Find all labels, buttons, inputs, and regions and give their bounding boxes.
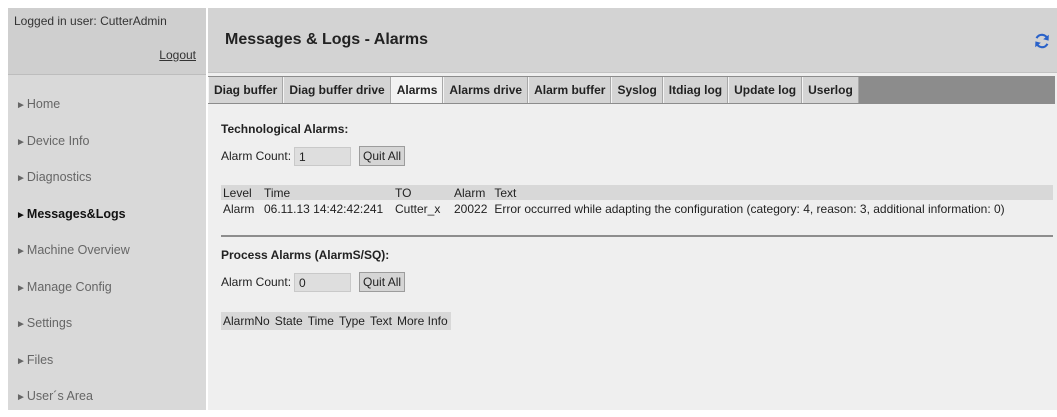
- column-header-type: Type: [338, 314, 365, 328]
- sidebar-item-label: Manage Config: [26, 279, 112, 294]
- sidebar-item-messages-logs[interactable]: ►Messages&Logs: [8, 196, 206, 233]
- tab-diag-buffer-drive[interactable]: Diag buffer drive: [283, 77, 391, 103]
- table-row[interactable]: Alarm 06.11.13 14:42:42:241 Cutter_x 200…: [221, 200, 1053, 217]
- technological-alarms-table: Level Time TO Alarm Text Alarm 06.11.13 …: [221, 185, 1053, 217]
- sidebar: Logged in user: CutterAdmin Logout ►Home…: [8, 8, 206, 410]
- sidebar-nav: ►Home ►Device Info ►Diagnostics ►Message…: [8, 86, 206, 415]
- alarm-time-cell: 06.11.13 14:42:42:241: [264, 201, 384, 216]
- tab-itdiag-log[interactable]: Itdiag log: [662, 77, 729, 103]
- triangle-right-icon: ►: [16, 136, 26, 148]
- sidebar-item-label: Settings: [26, 316, 73, 330]
- alarm-to-cell: Cutter_x: [395, 201, 441, 216]
- column-header-level: Level: [223, 185, 252, 200]
- triangle-right-icon: ►: [16, 319, 26, 330]
- tab-userlog[interactable]: Userlog: [802, 77, 859, 103]
- process-alarms-title: Process Alarms (AlarmS/SQ):: [221, 248, 390, 262]
- sidebar-item-machine-overview[interactable]: ►Machine Overview: [8, 232, 206, 269]
- sidebar-item-label: Messages&Logs: [26, 206, 126, 221]
- page-title: Messages & Logs - Alarms: [225, 31, 429, 48]
- login-panel: Logged in user: CutterAdmin Logout: [8, 8, 206, 75]
- tab-syslog[interactable]: Syslog: [611, 77, 663, 103]
- tab-alarm-buffer[interactable]: Alarm buffer: [528, 77, 612, 103]
- sidebar-item-users-area[interactable]: ►User´s Area: [8, 378, 206, 415]
- sidebar-item-device-info[interactable]: ►Device Info: [8, 123, 206, 160]
- column-header-to: TO: [395, 185, 412, 200]
- page-header: Messages & Logs - Alarms: [208, 8, 1057, 73]
- alarm-text-cell: Error occurred while adapting the config…: [494, 201, 1005, 216]
- alarm-level-cell: Alarm: [223, 201, 255, 216]
- sidebar-item-home[interactable]: ►Home: [8, 86, 206, 123]
- process-alarms-table: AlarmNo State Time Type Text More Info: [221, 312, 451, 330]
- triangle-right-icon: ►: [16, 100, 26, 111]
- column-header-time: Time: [264, 185, 291, 200]
- technological-alarm-count-row: Alarm Count: 1 Quit All: [221, 146, 406, 166]
- column-header-alarm: Alarm: [454, 185, 486, 200]
- table-header-row: Level Time TO Alarm Text: [221, 185, 1053, 200]
- alarm-count-label: Alarm Count:: [221, 149, 292, 163]
- alarm-number-cell: 20022: [454, 201, 488, 216]
- triangle-right-icon: ►: [16, 355, 26, 367]
- refresh-icon[interactable]: [1033, 32, 1051, 50]
- alarm-count-field: 0: [294, 272, 352, 292]
- quit-all-button[interactable]: Quit All: [359, 146, 406, 166]
- sidebar-item-label: Machine Overview: [26, 243, 130, 257]
- sidebar-item-label: Files: [26, 352, 54, 367]
- sidebar-item-label: Diagnostics: [26, 170, 92, 184]
- column-header-time: Time: [307, 314, 334, 328]
- column-header-more-info: More Info: [396, 314, 448, 328]
- process-alarm-count-row: Alarm Count: 0 Quit All: [221, 272, 406, 292]
- triangle-right-icon: ►: [16, 246, 26, 257]
- main-content: Diag buffer Diag buffer drive Alarms Ala…: [208, 73, 1057, 410]
- table-header-row: AlarmNo State Time Type Text More Info: [221, 312, 451, 330]
- technological-alarms-title: Technological Alarms:: [221, 122, 349, 136]
- tab-bar: Diag buffer Diag buffer drive Alarms Ala…: [208, 76, 1055, 104]
- triangle-right-icon: ►: [16, 173, 26, 184]
- triangle-right-icon: ►: [16, 392, 26, 403]
- sidebar-item-files[interactable]: ►Files: [8, 342, 206, 379]
- tab-diag-buffer[interactable]: Diag buffer: [208, 77, 284, 103]
- logout-link[interactable]: Logout: [159, 48, 196, 62]
- tab-alarms[interactable]: Alarms: [390, 77, 444, 103]
- sidebar-item-settings[interactable]: ►Settings: [8, 305, 206, 342]
- sidebar-item-diagnostics[interactable]: ►Diagnostics: [8, 159, 206, 196]
- sidebar-item-manage-config[interactable]: ►Manage Config: [8, 269, 206, 306]
- sidebar-item-label: Home: [26, 97, 61, 111]
- triangle-right-icon: ►: [16, 282, 26, 294]
- column-header-text: Text: [494, 185, 517, 200]
- column-header-state: State: [274, 314, 303, 328]
- alarm-count-field: 1: [294, 146, 352, 166]
- tab-alarms-drive[interactable]: Alarms drive: [443, 77, 529, 103]
- column-header-alarm-no: AlarmNo: [223, 314, 270, 328]
- column-header-text: Text: [369, 314, 392, 328]
- section-divider: [221, 235, 1053, 237]
- logged-in-user-text: Logged in user: CutterAdmin: [14, 14, 167, 28]
- sidebar-item-label: Device Info: [26, 133, 90, 148]
- triangle-right-icon: ►: [16, 209, 26, 221]
- alarm-count-label: Alarm Count:: [221, 275, 292, 289]
- tab-update-log[interactable]: Update log: [728, 77, 803, 103]
- quit-all-button[interactable]: Quit All: [359, 272, 406, 292]
- sidebar-item-label: User´s Area: [26, 389, 93, 403]
